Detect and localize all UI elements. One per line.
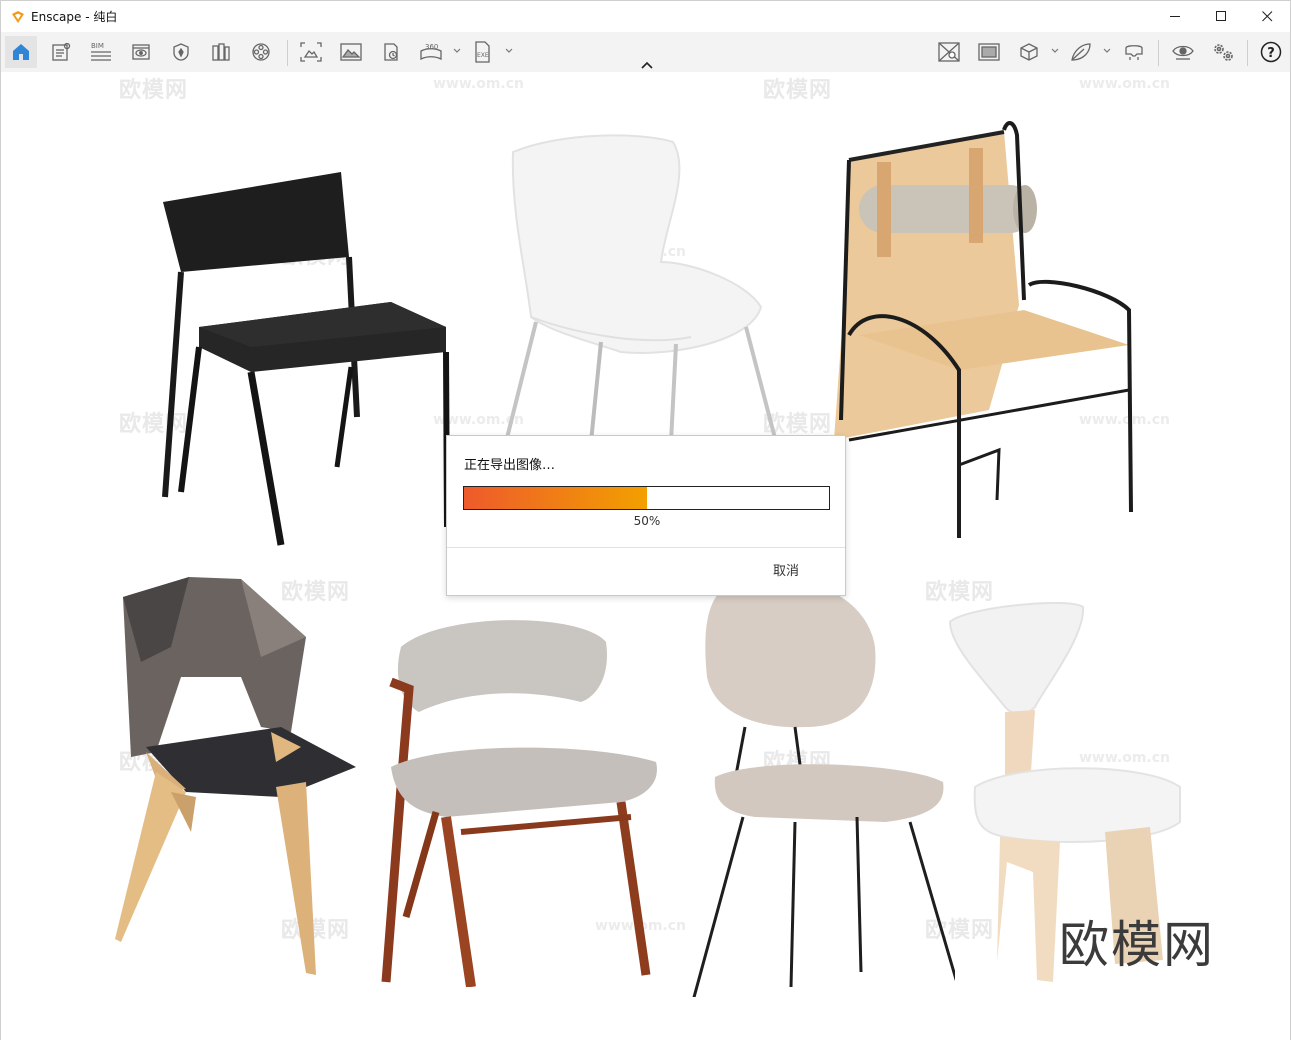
window-controls xyxy=(1152,1,1290,32)
chevron-down-icon xyxy=(1051,48,1059,53)
wooden-upholstered-chair xyxy=(381,620,657,987)
asset-library-icon xyxy=(1071,43,1091,61)
material-editor-button[interactable] xyxy=(933,36,965,68)
export-status-message: 正在导出图像… xyxy=(464,458,556,473)
home-button[interactable] xyxy=(5,36,37,68)
video-editor-icon xyxy=(252,43,270,61)
batch-render-button[interactable] xyxy=(375,36,407,68)
progress-percent-label: 50% xyxy=(633,514,661,528)
visual-settings-icon xyxy=(132,44,150,60)
white-shell-chair xyxy=(504,134,778,442)
capture-views-icon xyxy=(300,42,322,62)
screenshot-button[interactable] xyxy=(335,36,367,68)
export-progress-dialog: 正在导出图像… 50% 取消 xyxy=(446,435,846,596)
watermark-url: www.om.cn xyxy=(433,76,525,92)
visibility-icon xyxy=(1172,45,1194,60)
vr-headset-button[interactable] xyxy=(1118,36,1150,68)
exe-dropdown-caret[interactable] xyxy=(504,44,514,58)
chevron-down-icon xyxy=(453,48,461,53)
bim-label: BIM xyxy=(91,42,104,50)
bim-icon: BIM xyxy=(91,42,111,61)
atmosphere-icon xyxy=(173,43,189,61)
toolbar-collapse-chevron[interactable] xyxy=(639,59,655,71)
orthographic-view-icon xyxy=(1020,43,1038,61)
toolbar-separator xyxy=(1158,40,1159,66)
plywood-frame-chair xyxy=(834,121,1133,538)
minimize-icon xyxy=(1169,16,1180,17)
safe-frame-icon xyxy=(978,43,1000,61)
oval-back-fabric-chair xyxy=(692,578,955,997)
minimize-button[interactable] xyxy=(1152,1,1198,32)
settings-button[interactable] xyxy=(1207,36,1239,68)
close-icon xyxy=(1261,11,1272,22)
visibility-button[interactable] xyxy=(1167,36,1199,68)
export-progress-fill xyxy=(464,487,647,509)
help-icon: ? xyxy=(1260,41,1282,63)
exe-export-icon: EXE xyxy=(475,41,490,63)
view-management-icon xyxy=(52,42,71,61)
brand-watermark: 欧模网 xyxy=(1059,916,1215,974)
close-button[interactable] xyxy=(1244,1,1290,32)
orthographic-view-button[interactable] xyxy=(1013,36,1045,68)
ortho-dropdown-caret[interactable] xyxy=(1050,44,1060,58)
exe-label: EXE xyxy=(477,52,489,59)
black-upholstered-chair xyxy=(162,172,450,546)
safe-frame-button[interactable] xyxy=(973,36,1005,68)
asset-dropdown-caret[interactable] xyxy=(1102,44,1112,58)
libraries-button[interactable] xyxy=(205,36,237,68)
watermark-text: 欧模网 xyxy=(119,78,189,103)
toolbar-separator xyxy=(287,40,288,66)
exe-export-button[interactable]: EXE xyxy=(467,36,499,68)
title-bar: Enscape - 纯白 xyxy=(1,1,1290,32)
vr-headset-icon xyxy=(1125,45,1143,60)
low-poly-faceted-chair xyxy=(115,577,356,975)
bim-button[interactable]: BIM xyxy=(85,36,117,68)
maximize-icon xyxy=(1215,11,1226,21)
video-editor-button[interactable] xyxy=(245,36,277,68)
home-icon xyxy=(13,44,29,60)
batch-render-icon xyxy=(384,43,398,61)
settings-icon xyxy=(1214,44,1233,61)
visual-settings-button[interactable] xyxy=(125,36,157,68)
chevron-down-icon xyxy=(505,48,513,53)
chevron-down-icon xyxy=(1103,48,1111,53)
screenshot-icon xyxy=(340,43,362,61)
cancel-button[interactable]: 取消 xyxy=(773,560,799,579)
export-progress-bar xyxy=(463,486,830,510)
libraries-icon xyxy=(212,43,230,61)
panorama-dropdown-caret[interactable] xyxy=(452,44,462,58)
help-button[interactable]: ? xyxy=(1255,36,1287,68)
material-editor-icon xyxy=(938,42,960,62)
view-management-button[interactable] xyxy=(45,36,77,68)
maximize-button[interactable] xyxy=(1198,1,1244,32)
asset-library-button[interactable] xyxy=(1065,36,1097,68)
watermark-text: 欧模网 xyxy=(763,78,833,103)
watermark-url: www.om.cn xyxy=(1079,76,1171,92)
window-title: Enscape - 纯白 xyxy=(31,10,118,24)
svg-text:?: ? xyxy=(1267,46,1275,61)
panorama-button[interactable]: 360 xyxy=(415,36,447,68)
enscape-window: Enscape - 纯白 BIM 360 EXE ? 欧模网 www.om.cn… xyxy=(0,0,1291,1040)
capture-views-button[interactable] xyxy=(295,36,327,68)
atmosphere-button[interactable] xyxy=(165,36,197,68)
toolbar-separator xyxy=(1247,40,1248,66)
panorama-icon: 360 xyxy=(420,43,442,61)
dialog-divider xyxy=(447,547,845,548)
enscape-logo-icon xyxy=(12,10,24,23)
